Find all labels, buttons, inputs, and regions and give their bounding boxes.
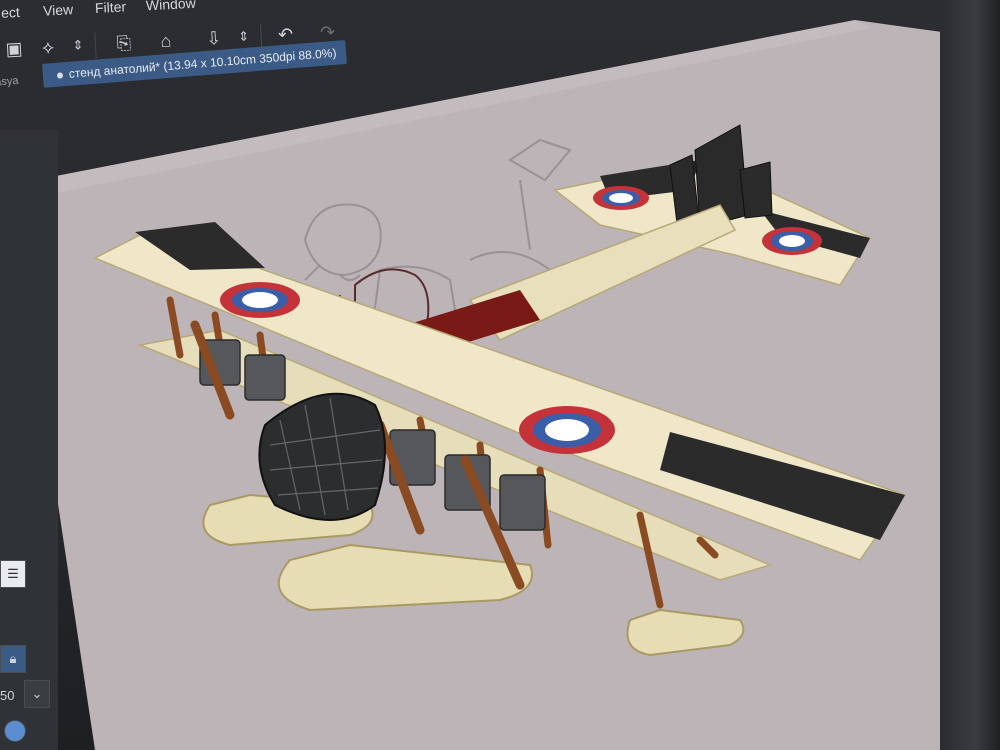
unsaved-dot-icon [56,72,64,79]
select-layer-icon[interactable]: ▣ [0,34,30,64]
tab-previous[interactable]: asya [0,68,44,94]
canvas-artwork [10,20,1000,750]
menu-window[interactable]: Window [146,0,197,13]
new-document-icon[interactable]: ⎘ [108,28,139,58]
left-tool-panel: ☰ 🔒︎ 50 ⌄ [0,130,58,750]
chevron-down-icon[interactable]: ⌄ [24,680,50,708]
list-icon[interactable]: ☰ [0,560,26,588]
lock-icon[interactable]: 🔒︎ [0,645,26,673]
drawing-canvas[interactable] [0,0,1000,750]
transform-icon[interactable]: ⟡ [32,32,63,62]
tablet-bezel [940,0,1000,750]
menu-select[interactable]: ect [1,4,20,21]
menu-view[interactable]: View [43,1,74,19]
spinner-icon[interactable]: ⇕ [62,31,93,61]
menu-filter[interactable]: Filter [95,0,127,16]
color-circle-icon[interactable] [4,720,26,742]
brush-size-value: 50 [0,688,15,703]
clip-studio-window: ect View Filter Window ▣ ⟡ ⇕ ⎘ ⌂ ⇩ ⇕ ↶ ↷… [0,0,1000,750]
